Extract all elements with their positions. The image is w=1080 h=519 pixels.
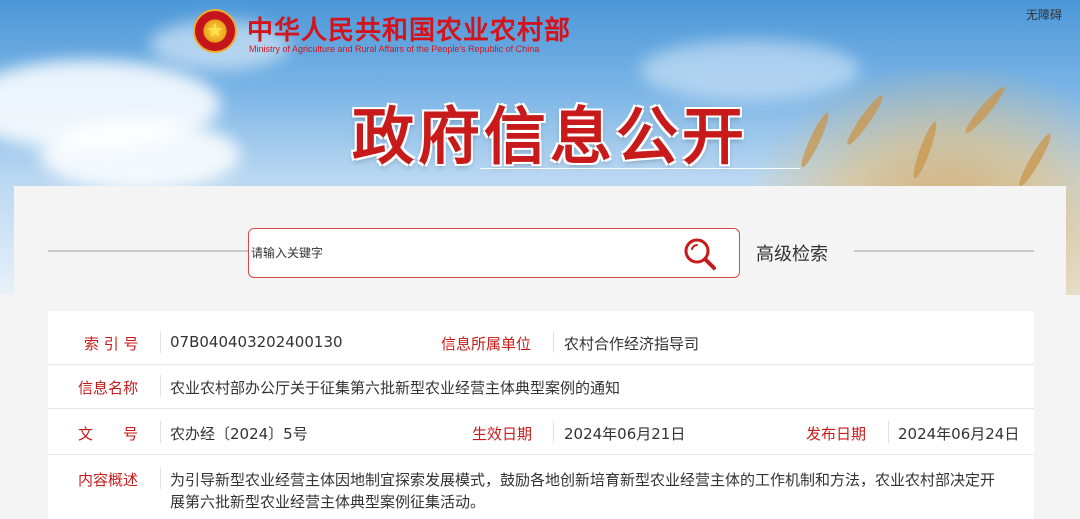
national-emblem-icon[interactable] xyxy=(193,9,237,53)
search-panel: 高级检索 xyxy=(14,186,1066,306)
index-value: 07B040403202400130 xyxy=(170,333,343,351)
cell-divider xyxy=(888,421,889,443)
name-value: 农业农村部办公厅关于征集第六批新型农业经营主体典型案例的通知 xyxy=(170,379,621,397)
search-icon xyxy=(684,238,716,270)
divider-right xyxy=(854,250,1034,252)
cell-divider xyxy=(160,375,161,397)
info-table: 索 引 号 07B040403202400130 信息所属单位 农村合作经济指导… xyxy=(48,311,1034,519)
doc-number-label: 文 号 xyxy=(78,425,139,443)
cloud-decoration xyxy=(40,120,240,190)
search-button[interactable] xyxy=(683,237,717,271)
effective-date-value: 2024年06月21日 xyxy=(564,425,686,443)
publish-date-label: 发布日期 xyxy=(806,425,867,443)
cell-divider xyxy=(160,421,161,443)
summary-line-1: 为引导新型农业经营主体因地制宜探索发展模式，鼓励各地创新培育新型农业经营主体的工… xyxy=(170,471,996,489)
summary-line-2: 展第六批新型农业经营主体典型案例征集活动。 xyxy=(170,493,486,511)
org-value: 农村合作经济指导司 xyxy=(564,335,700,353)
table-row: 文 号 农办经〔2024〕5号 生效日期 2024年06月21日 发布日期 20… xyxy=(48,409,1034,455)
table-row: 内容概述 为引导新型农业经营主体因地制宜探索发展模式，鼓励各地创新培育新型农业经… xyxy=(48,455,1034,519)
cell-divider xyxy=(553,421,554,443)
divider-left xyxy=(48,250,248,252)
page-title: 政府信息公开 xyxy=(352,100,749,173)
table-row: 信息名称 农业农村部办公厅关于征集第六批新型农业经营主体典型案例的通知 xyxy=(48,365,1034,409)
search-input[interactable] xyxy=(251,241,651,265)
heading-underline xyxy=(480,168,800,169)
accessibility-link[interactable]: 无障碍 xyxy=(1026,6,1062,23)
summary-label: 内容概述 xyxy=(78,471,139,489)
publish-date-value: 2024年06月24日 xyxy=(898,425,1020,443)
table-row: 索 引 号 07B040403202400130 信息所属单位 农村合作经济指导… xyxy=(48,311,1034,365)
site-title[interactable]: 中华人民共和国农业农村部 xyxy=(247,10,571,47)
search-box[interactable] xyxy=(248,228,740,278)
cell-divider xyxy=(160,467,161,489)
advanced-search-link[interactable]: 高级检索 xyxy=(756,240,828,266)
index-label: 索 引 号 xyxy=(84,335,139,353)
effective-date-label: 生效日期 xyxy=(472,425,533,443)
org-label: 信息所属单位 xyxy=(441,335,532,353)
site-subtitle: Ministry of Agriculture and Rural Affair… xyxy=(249,44,540,54)
name-label: 信息名称 xyxy=(78,379,139,397)
doc-number-value: 农办经〔2024〕5号 xyxy=(170,425,308,443)
cell-divider xyxy=(553,331,554,353)
cell-divider xyxy=(160,331,161,353)
